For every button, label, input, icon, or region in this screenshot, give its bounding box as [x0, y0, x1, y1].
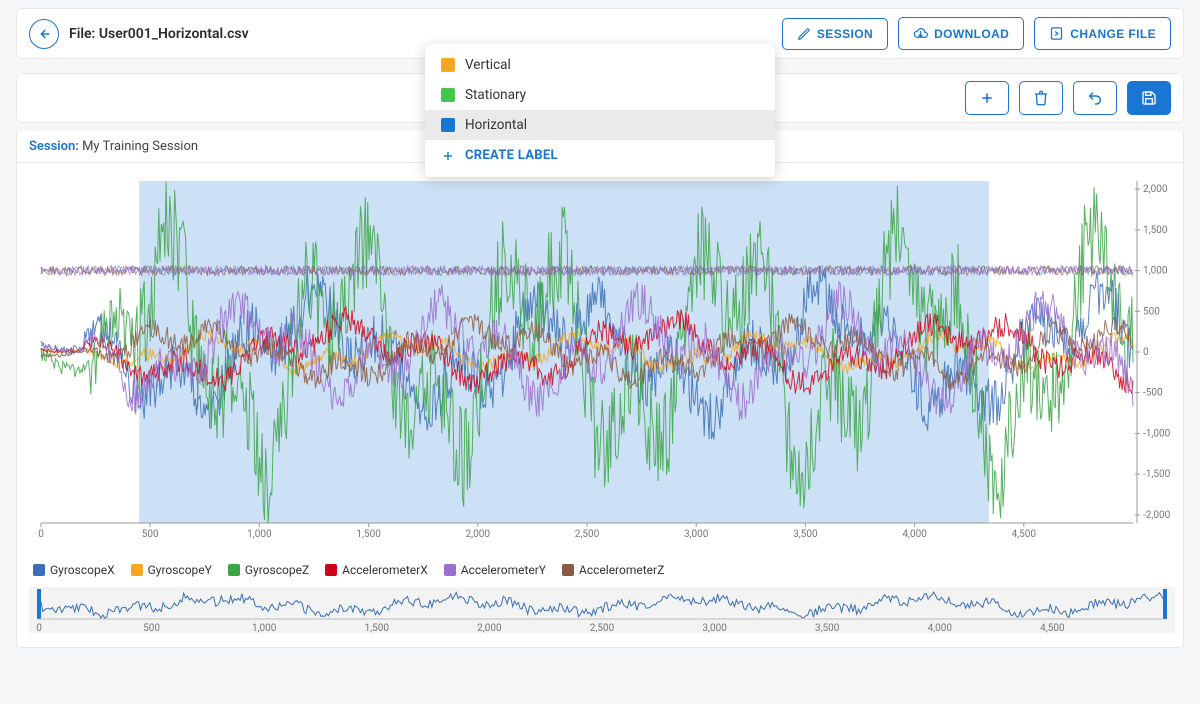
session-name: My Training Session	[82, 139, 198, 154]
svg-text:-2,000: -2,000	[1143, 510, 1171, 521]
cloud-download-icon	[913, 26, 928, 41]
legend-label: GyroscopeZ	[245, 563, 309, 577]
overview-chart[interactable]: 0 500 1,000 1,500 2,000 2,500 3,000 3,500 4,000 4…	[29, 587, 1175, 633]
arrow-left-icon	[36, 26, 52, 42]
back-button[interactable]	[29, 19, 59, 49]
legend-item[interactable]: AccelerometerY	[444, 563, 546, 577]
svg-text:-500: -500	[1143, 388, 1163, 399]
svg-text:500: 500	[142, 529, 159, 540]
svg-text:0: 0	[36, 623, 42, 633]
svg-text:2,000: 2,000	[477, 623, 502, 633]
svg-text:1,500: 1,500	[1143, 225, 1168, 236]
timeseries-chart[interactable]: -2,000 -1,500 -1,000 -500 0 500 1,000 1,500 2,00…	[29, 173, 1175, 553]
legend-item[interactable]: AccelerometerZ	[562, 563, 664, 577]
trash-icon	[1033, 90, 1049, 106]
svg-text:2,000: 2,000	[1143, 184, 1168, 195]
color-swatch	[562, 564, 574, 576]
change-file-icon	[1049, 26, 1064, 41]
color-swatch	[228, 564, 240, 576]
undo-button[interactable]	[1073, 81, 1117, 115]
svg-text:1,000: 1,000	[247, 529, 272, 540]
session-button[interactable]: SESSION	[782, 18, 888, 50]
dropdown-item-label: Stationary	[465, 87, 526, 103]
legend-label: AccelerometerX	[342, 563, 428, 577]
svg-text:2,000: 2,000	[466, 529, 491, 540]
legend-item[interactable]: GyroscopeX	[33, 563, 115, 577]
svg-text:-1,500: -1,500	[1143, 469, 1171, 480]
svg-text:4,500: 4,500	[1040, 623, 1065, 633]
svg-text:0: 0	[1143, 347, 1149, 358]
chart-panel: -2,000 -1,500 -1,000 -500 0 500 1,000 1,500 2,00…	[16, 163, 1184, 648]
svg-text:1,000: 1,000	[252, 623, 277, 633]
legend-label: AccelerometerY	[461, 563, 546, 577]
color-swatch	[444, 564, 456, 576]
color-swatch	[441, 88, 455, 102]
file-label: File: User001_Horizontal.csv	[69, 26, 249, 42]
svg-text:4,500: 4,500	[1012, 529, 1037, 540]
svg-text:4,000: 4,000	[902, 529, 927, 540]
svg-text:1,000: 1,000	[1143, 266, 1168, 277]
svg-text:-1,000: -1,000	[1143, 428, 1171, 439]
label-dropdown[interactable]: Vertical Stationary Horizontal CREATE LABEL	[425, 44, 775, 177]
dropdown-item-stationary[interactable]: Stationary	[425, 80, 775, 110]
save-button[interactable]	[1127, 81, 1171, 115]
svg-text:1,500: 1,500	[365, 623, 390, 633]
svg-text:2,500: 2,500	[575, 529, 600, 540]
svg-text:4,000: 4,000	[928, 623, 953, 633]
svg-text:3,500: 3,500	[793, 529, 818, 540]
save-icon	[1141, 90, 1157, 106]
legend-item[interactable]: AccelerometerX	[325, 563, 428, 577]
dropdown-item-horizontal[interactable]: Horizontal	[425, 110, 775, 140]
legend-item[interactable]: GyroscopeY	[131, 563, 212, 577]
legend-label: GyroscopeY	[148, 563, 212, 577]
legend-item[interactable]: GyroscopeZ	[228, 563, 309, 577]
color-swatch	[441, 58, 455, 72]
color-swatch	[131, 564, 143, 576]
delete-label-button[interactable]	[1019, 81, 1063, 115]
svg-text:2,500: 2,500	[590, 623, 615, 633]
dropdown-item-label: Vertical	[465, 57, 511, 73]
color-swatch	[441, 118, 455, 132]
svg-text:500: 500	[1143, 306, 1160, 317]
dropdown-item-label: Horizontal	[465, 117, 527, 133]
legend-label: GyroscopeX	[50, 563, 115, 577]
add-label-button[interactable]	[965, 81, 1009, 115]
plus-icon	[441, 149, 455, 163]
color-swatch	[325, 564, 337, 576]
legend-label: AccelerometerZ	[579, 563, 664, 577]
download-button[interactable]: DOWNLOAD	[898, 17, 1024, 50]
dropdown-item-vertical[interactable]: Vertical	[425, 50, 775, 80]
svg-text:3,000: 3,000	[702, 623, 727, 633]
plus-icon	[979, 90, 995, 106]
color-swatch	[33, 564, 45, 576]
session-key: Session:	[29, 139, 79, 154]
svg-text:1,500: 1,500	[356, 529, 381, 540]
chart-legend: GyroscopeX GyroscopeY GyroscopeZ Accelerome…	[33, 563, 1171, 577]
svg-text:500: 500	[143, 623, 160, 633]
svg-text:3,500: 3,500	[815, 623, 840, 633]
undo-icon	[1086, 90, 1104, 106]
create-label-button[interactable]: CREATE LABEL	[425, 140, 775, 171]
change-file-button[interactable]: CHANGE FILE	[1034, 17, 1171, 50]
pencil-icon	[797, 27, 811, 41]
svg-text:0: 0	[38, 529, 44, 540]
svg-text:3,000: 3,000	[684, 529, 709, 540]
